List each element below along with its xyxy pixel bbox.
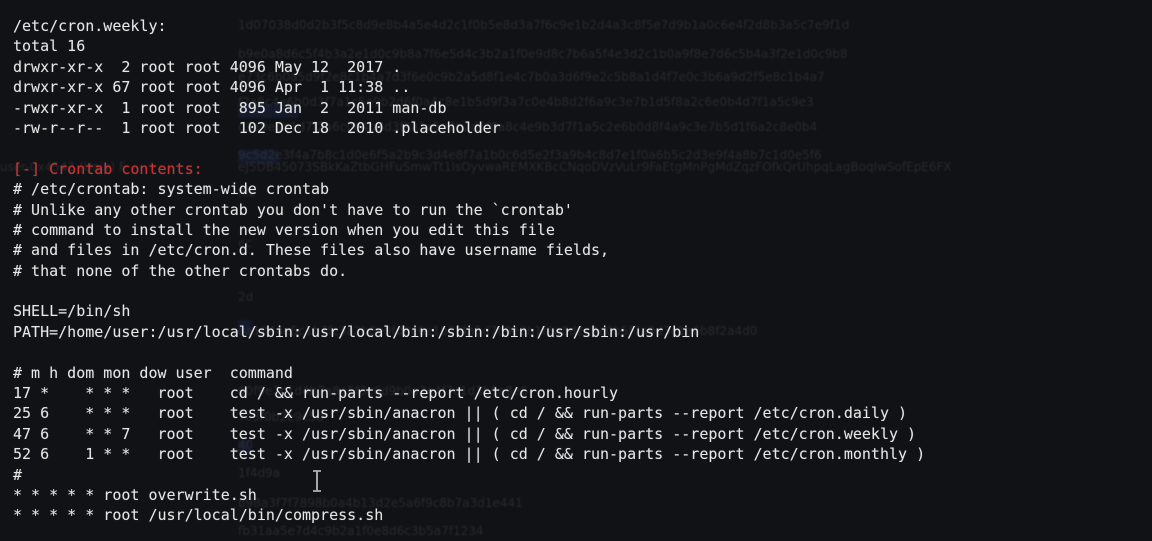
terminal-line: drwxr-xr-x 67 root root 4096 Apr 1 11:38… [13, 78, 411, 97]
terminal-window[interactable]: 1d07038d0d2b3f5c8d9e8b4a5e4d2c1f0b5e8d3a… [0, 0, 1152, 541]
terminal-line: /etc/cron.weekly: [13, 17, 167, 35]
section-header-crontab: [-] Crontab contents: [13, 159, 203, 178]
terminal-line: 17 * * * * root cd / && run-parts --repo… [13, 384, 619, 403]
terminal-line: 52 6 1 * * root test -x /usr/sbin/anacro… [13, 445, 926, 464]
terminal-line: 25 6 * * * root test -x /usr/sbin/anacro… [13, 404, 908, 423]
terminal-line: drwxr-xr-x 2 root root 4096 May 12 2017 … [13, 57, 402, 76]
terminal-line: SHELL=/bin/sh [13, 302, 131, 321]
terminal-line: * * * * * root /usr/local/bin/compress.s… [13, 506, 384, 525]
terminal-line: 47 6 * * 7 root test -x /usr/sbin/anacro… [13, 424, 917, 443]
terminal-line: -rw-r--r-- 1 root root 102 Dec 18 2010 .… [13, 118, 501, 137]
terminal-line: # [13, 465, 23, 484]
terminal-output[interactable]: /etc/cron.weekly: total 16 drwxr-xr-x 2 ro… [13, 16, 1143, 526]
terminal-line: # that none of the other crontabs do. [13, 261, 348, 280]
terminal-line: # m h dom mon dow user command [13, 363, 293, 382]
terminal-line: # and files in /etc/cron.d. These files … [13, 241, 610, 260]
terminal-line: PATH=/home/user:/usr/local/sbin:/usr/loc… [13, 322, 700, 341]
text-cursor-icon [313, 470, 321, 492]
terminal-line: # command to install the new version whe… [13, 220, 555, 239]
terminal-line: # /etc/crontab: system-wide crontab [13, 180, 330, 199]
terminal-line: * * * * * root overwrite.sh [13, 485, 257, 504]
terminal-line: total 16 [13, 37, 86, 56]
ghost-text-line: fb31aa5e7d4c9b2a1f0e8d6c3b5a7f1234 [238, 524, 484, 538]
terminal-line: # Unlike any other crontab you don't hav… [13, 200, 573, 219]
terminal-line: -rwxr-xr-x 1 root root 895 Jan 2 2011 ma… [13, 98, 447, 117]
